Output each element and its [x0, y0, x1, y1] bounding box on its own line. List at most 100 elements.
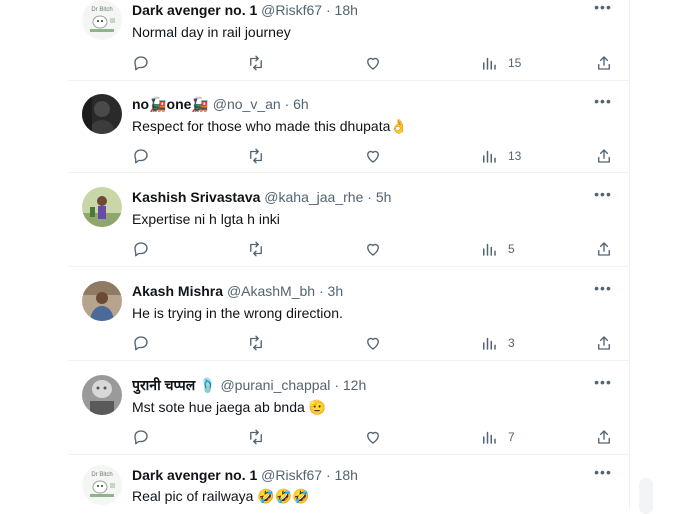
- author-name[interactable]: Dark avenger no. 1: [132, 2, 257, 18]
- tweet[interactable]: Kashish Srivastava @kaha_jaa_rhe · 5h ••…: [68, 173, 629, 267]
- tweet-emoji: 👌: [390, 118, 408, 134]
- more-options-icon[interactable]: •••: [593, 375, 613, 395]
- tweet[interactable]: Akash Mishra @AkashM_bh · 3h ••• He is t…: [68, 267, 629, 361]
- avatar[interactable]: Dr Bitch: [82, 0, 122, 40]
- timestamp[interactable]: 5h: [376, 189, 392, 205]
- tweet[interactable]: no🚂one🚂 @no_v_an · 6h ••• Respect for th…: [68, 80, 629, 173]
- author-handle[interactable]: @AkashM_bh: [227, 283, 315, 299]
- author-name[interactable]: Dark avenger no. 1: [132, 467, 257, 483]
- tweet-text: Normal day in rail journey: [132, 22, 589, 42]
- views-icon: [483, 431, 496, 444]
- author-handle[interactable]: @purani_chappal: [220, 377, 330, 393]
- outdoor-photo-avatar: [82, 187, 122, 227]
- author-handle[interactable]: @Riskf67: [261, 467, 322, 483]
- more-options-icon[interactable]: •••: [593, 281, 613, 301]
- views-icon: [483, 57, 496, 70]
- action-bar: 3: [132, 333, 612, 353]
- retweet-button[interactable]: [247, 333, 265, 353]
- views-icon: [483, 337, 496, 350]
- avatar[interactable]: [82, 375, 122, 415]
- share-icon: [598, 242, 610, 256]
- share-button[interactable]: [595, 146, 613, 166]
- like-button[interactable]: [364, 53, 382, 73]
- author-name[interactable]: no🚂one🚂: [132, 96, 209, 112]
- tweet-emoji: 🫡: [308, 399, 327, 415]
- views-button[interactable]: 7: [480, 427, 515, 447]
- avatar[interactable]: [82, 281, 122, 321]
- svg-text:Dr Bitch: Dr Bitch: [91, 472, 112, 478]
- reply-button[interactable]: [132, 239, 150, 259]
- author-name[interactable]: Kashish Srivastava: [132, 189, 260, 205]
- retweet-button[interactable]: [247, 239, 265, 259]
- reply-button[interactable]: [132, 333, 150, 353]
- share-button[interactable]: [595, 239, 613, 259]
- separator-dot: ·: [325, 2, 331, 18]
- author-name[interactable]: Akash Mishra: [132, 283, 223, 299]
- timestamp[interactable]: 12h: [343, 377, 366, 393]
- scroll-to-top-handle[interactable]: [639, 478, 653, 514]
- dark-photo-avatar: [82, 94, 122, 134]
- timestamp[interactable]: 6h: [293, 96, 309, 112]
- share-icon: [598, 56, 610, 70]
- views-button[interactable]: 15: [480, 53, 521, 73]
- timestamp[interactable]: 18h: [335, 2, 358, 18]
- room-photo-avatar: [82, 281, 122, 321]
- views-count: 5: [508, 242, 515, 256]
- more-options-icon[interactable]: •••: [593, 94, 613, 114]
- more-options-icon[interactable]: •••: [593, 465, 613, 485]
- author-handle[interactable]: @Riskf67: [261, 2, 322, 18]
- like-button[interactable]: [364, 239, 382, 259]
- more-options-icon[interactable]: •••: [593, 187, 613, 207]
- retweet-button[interactable]: [247, 146, 265, 166]
- retweet-button[interactable]: [247, 53, 265, 73]
- avatar[interactable]: [82, 187, 122, 227]
- reply-button[interactable]: [132, 53, 150, 73]
- reply-icon: [134, 149, 148, 164]
- share-button[interactable]: [595, 53, 613, 73]
- like-button[interactable]: [364, 333, 382, 353]
- action-bar: 13: [132, 146, 612, 166]
- like-button[interactable]: [364, 146, 382, 166]
- author-handle[interactable]: @no_v_an: [213, 96, 281, 112]
- like-button[interactable]: [364, 427, 382, 447]
- reply-icon: [134, 336, 148, 351]
- share-button[interactable]: [595, 427, 613, 447]
- reply-button[interactable]: [132, 146, 150, 166]
- retweet-icon: [250, 241, 262, 257]
- tweet-text: Real pic of railwaya 🤣🤣🤣: [132, 486, 589, 506]
- share-button[interactable]: [595, 333, 613, 353]
- views-button[interactable]: 5: [480, 239, 515, 259]
- separator-dot: ·: [318, 283, 324, 299]
- views-icon: [483, 150, 496, 163]
- author-name[interactable]: पुरानी चप्पल 🩴: [132, 377, 217, 393]
- timestamp[interactable]: 3h: [328, 283, 344, 299]
- retweet-icon: [250, 335, 262, 351]
- views-button[interactable]: 3: [480, 333, 515, 353]
- tweet[interactable]: पुरानी चप्पल 🩴 @purani_chappal · 12h •••…: [68, 361, 629, 455]
- reply-icon: [134, 430, 148, 445]
- tweet[interactable]: Dr Bitch Dark avenger no. 1 @Riskf67 · 1…: [68, 0, 629, 81]
- views-button[interactable]: 13: [480, 146, 521, 166]
- reply-button[interactable]: [132, 427, 150, 447]
- avatar[interactable]: [82, 94, 122, 134]
- tweet-header: Kashish Srivastava @kaha_jaa_rhe · 5h: [132, 187, 613, 207]
- svg-text:Dr Bitch: Dr Bitch: [91, 7, 112, 13]
- author-handle[interactable]: @kaha_jaa_rhe: [264, 189, 363, 205]
- retweet-icon: [250, 55, 262, 71]
- tweet-text-body: Real pic of railwaya: [132, 488, 254, 504]
- timestamp[interactable]: 18h: [335, 467, 358, 483]
- tweet[interactable]: Dr Bitch Dark avenger no. 1 @Riskf67 · 1…: [68, 455, 629, 510]
- views-count: 3: [508, 336, 515, 350]
- tweet-header: Dark avenger no. 1 @Riskf67 · 18h: [132, 465, 613, 485]
- action-bar: 7: [132, 427, 612, 447]
- views-icon: [483, 243, 496, 256]
- action-bar: 5: [132, 239, 612, 259]
- share-icon: [598, 430, 610, 444]
- cartoon-logo-avatar: Dr Bitch: [82, 0, 122, 40]
- more-options-icon[interactable]: •••: [593, 0, 613, 20]
- like-icon: [367, 243, 379, 256]
- avatar[interactable]: Dr Bitch: [82, 465, 122, 505]
- tweet-text: He is trying in the wrong direction.: [132, 303, 589, 323]
- retweet-button[interactable]: [247, 427, 265, 447]
- like-icon: [367, 431, 379, 444]
